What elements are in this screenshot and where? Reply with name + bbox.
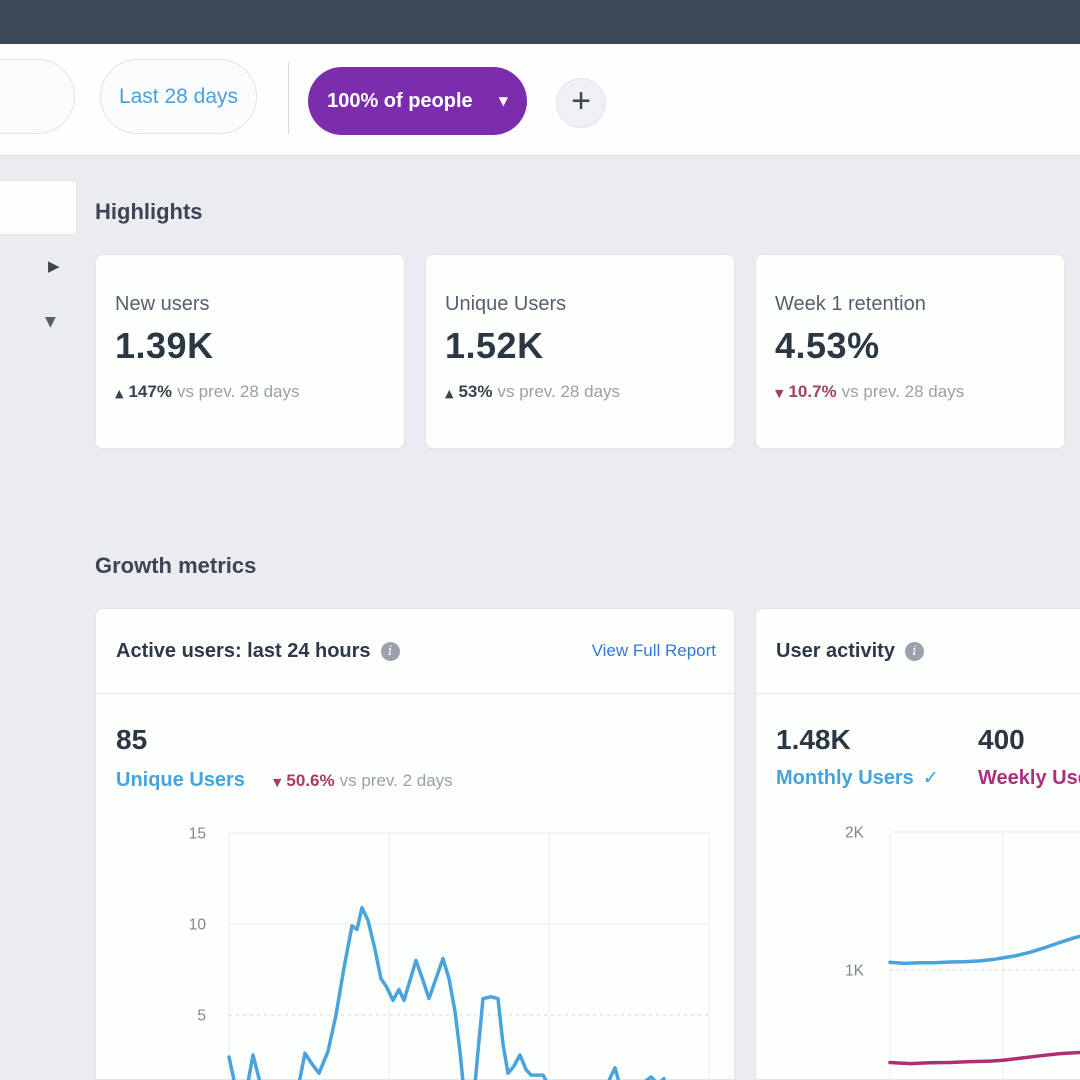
metric-card-unique-users: Unique Users 1.52K ▲ 53% vs prev. 28 days <box>425 254 735 449</box>
info-icon[interactable]: i <box>381 642 400 661</box>
chevron-down-icon: ▼ <box>499 94 508 108</box>
info-icon[interactable]: i <box>905 642 924 661</box>
active-users-value: 85 <box>116 724 734 756</box>
card-header: User activity i <box>756 609 1080 694</box>
growth-metrics-section-title: Growth metrics <box>95 553 256 579</box>
stat-value: 1.48K <box>776 724 978 756</box>
monthly-users-stat: 1.48K Monthly Users✓ <box>776 724 978 790</box>
user-activity-card: User activity i 1.48K Monthly Users✓ 400… <box>755 608 1080 1080</box>
metric-delta: ▼ 50.6% vs prev. 2 days <box>273 771 453 791</box>
delta-suffix: vs prev. 28 days <box>498 382 621 401</box>
series-toggle-monthly-users[interactable]: Monthly Users✓ <box>776 767 978 790</box>
delta-value: 53% <box>458 382 492 401</box>
metric-delta: ▲ 53% vs prev. 28 days <box>445 382 714 402</box>
card-body: 85 Unique Users ▼ 50.6% vs prev. 2 days <box>96 724 734 792</box>
view-full-report-link[interactable]: View Full Report <box>592 641 716 661</box>
metric-label: New users <box>115 293 384 316</box>
audience-filter-button[interactable]: 100% of people ▼ <box>308 67 527 135</box>
check-icon: ✓ <box>923 767 939 789</box>
metric-value: 4.53% <box>775 325 1044 367</box>
delta-value: 50.6% <box>286 771 334 790</box>
caret-right-icon[interactable]: ▶ <box>48 257 60 275</box>
sidebar-selected-item[interactable] <box>0 180 77 235</box>
filter-pill-partial[interactable] <box>0 59 75 134</box>
delta-suffix: vs prev. 28 days <box>177 382 300 401</box>
metric-delta: ▲ 147% vs prev. 28 days <box>115 382 384 402</box>
trend-up-icon: ▲ <box>115 387 123 400</box>
delta-value: 147% <box>128 382 171 401</box>
caret-down-icon[interactable]: ▼ <box>45 314 56 330</box>
metric-label: Unique Users <box>445 293 714 316</box>
card-header: Active users: last 24 hours i View Full … <box>96 609 734 694</box>
plus-icon: + <box>571 82 591 121</box>
highlights-cards-row: New users 1.39K ▲ 147% vs prev. 28 days Un… <box>95 254 1065 449</box>
trend-down-icon: ▼ <box>273 776 281 789</box>
metric-delta: ▼ 10.7% vs prev. 28 days <box>775 382 1044 402</box>
card-body: 1.48K Monthly Users✓ 400 Weekly Users <box>756 724 1080 790</box>
toolbar-divider <box>288 62 289 134</box>
delta-suffix: vs prev. 2 days <box>340 771 453 790</box>
metric-value: 1.52K <box>445 325 714 367</box>
card-title: Active users: last 24 hours <box>116 640 371 663</box>
metric-value: 1.39K <box>115 325 384 367</box>
highlights-section-title: Highlights <box>95 199 203 225</box>
audience-filter-label: 100% of people <box>327 90 473 113</box>
series-toggle-weekly-users[interactable]: Weekly Users <box>978 767 1080 790</box>
trend-down-icon: ▼ <box>775 387 783 400</box>
trend-up-icon: ▲ <box>445 387 453 400</box>
metric-label: Week 1 retention <box>775 293 1044 316</box>
active-users-card: Active users: last 24 hours i View Full … <box>95 608 735 1080</box>
card-title: User activity <box>776 640 895 663</box>
filter-toolbar: Last 28 days 100% of people ▼ + <box>0 44 1080 156</box>
delta-suffix: vs prev. 28 days <box>842 382 965 401</box>
series-toggle-unique-users[interactable]: Unique Users <box>116 769 245 792</box>
weekly-users-stat: 400 Weekly Users <box>978 724 1080 790</box>
date-range-label: Last 28 days <box>119 85 238 109</box>
delta-value: 10.7% <box>788 382 836 401</box>
stat-value: 400 <box>978 724 1080 756</box>
date-range-button[interactable]: Last 28 days <box>100 59 257 134</box>
top-navigation-bar <box>0 0 1080 44</box>
metric-card-new-users: New users 1.39K ▲ 147% vs prev. 28 days <box>95 254 405 449</box>
add-filter-button[interactable]: + <box>556 78 606 128</box>
metric-card-week1-retention: Week 1 retention 4.53% ▼ 10.7% vs prev. 28… <box>755 254 1065 449</box>
